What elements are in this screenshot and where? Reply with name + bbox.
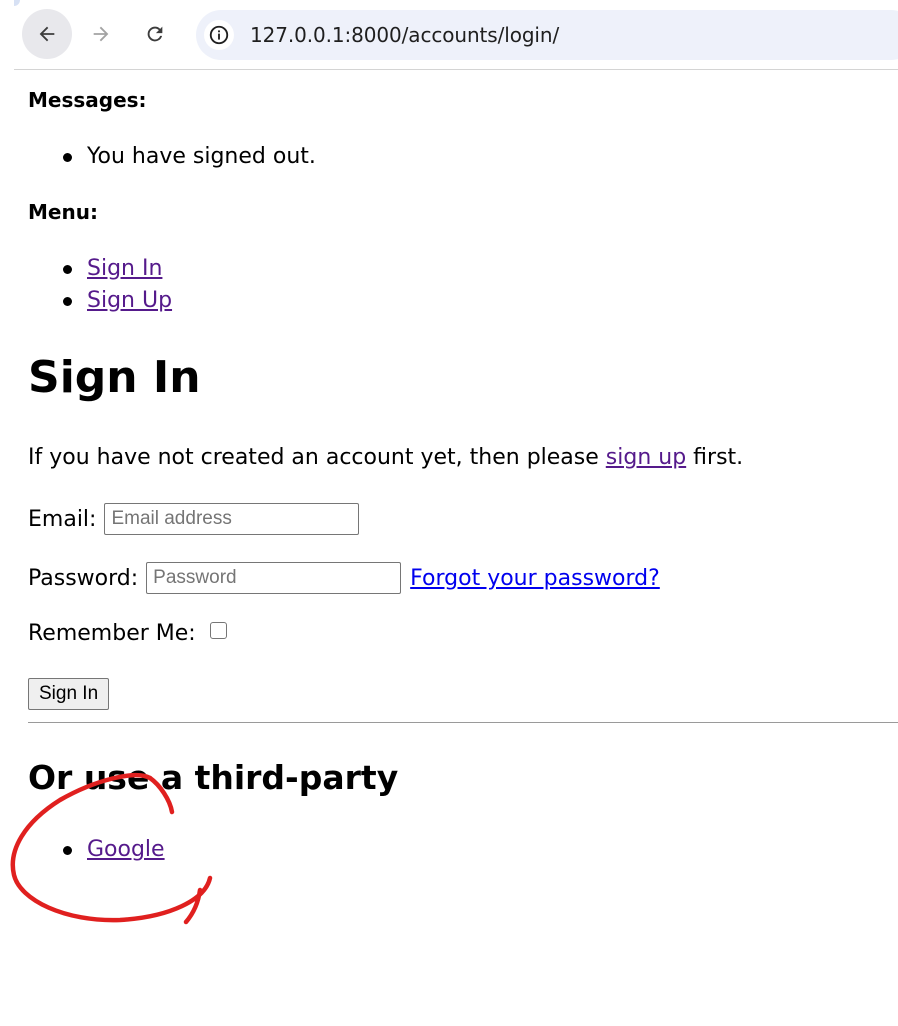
info-icon xyxy=(209,25,229,45)
back-button[interactable] xyxy=(22,9,72,59)
browser-toolbar: 127.0.0.1:8000/accounts/login/ xyxy=(0,0,898,70)
messages-heading: Messages: xyxy=(28,88,147,112)
password-label: Password: xyxy=(28,565,139,591)
menu-list: Sign In Sign Up xyxy=(28,253,172,317)
remember-checkbox[interactable] xyxy=(209,622,227,639)
provider-item-google: Google xyxy=(28,834,165,866)
tab-strip-edge xyxy=(14,0,20,6)
password-row: Password: Password Forgot your password? xyxy=(28,562,660,594)
signup-prompt-before: If you have not created an account yet, … xyxy=(28,445,606,470)
toolbar-divider xyxy=(14,69,898,70)
email-label: Email: xyxy=(28,506,97,532)
google-provider-link[interactable]: Google xyxy=(87,837,165,862)
forward-arrow-icon xyxy=(93,26,109,42)
forgot-password-link[interactable]: Forgot your password? xyxy=(410,566,660,591)
section-divider xyxy=(28,722,898,723)
reload-button[interactable] xyxy=(130,9,180,59)
email-placeholder: Email address xyxy=(111,508,232,529)
signup-link[interactable]: sign up xyxy=(606,445,686,470)
reload-icon xyxy=(147,26,163,42)
password-placeholder: Password xyxy=(153,567,237,588)
url-text[interactable]: 127.0.0.1:8000/accounts/login/ xyxy=(250,23,559,47)
sign-in-button[interactable]: Sign In xyxy=(28,678,110,710)
menu-item-sign-in: Sign In xyxy=(28,253,172,285)
message-item: You have signed out. xyxy=(28,141,316,173)
provider-list: Google xyxy=(28,834,165,866)
password-field[interactable]: Password xyxy=(146,562,402,594)
email-row: Email: Email address xyxy=(28,503,360,535)
messages-list: You have signed out. xyxy=(28,141,316,173)
menu-heading: Menu: xyxy=(28,200,98,224)
signup-prompt: If you have not created an account yet, … xyxy=(28,445,743,470)
email-field[interactable]: Email address xyxy=(104,503,360,535)
remember-label: Remember Me: xyxy=(28,621,196,646)
back-arrow-icon xyxy=(39,26,55,42)
address-bar[interactable]: 127.0.0.1:8000/accounts/login/ xyxy=(196,10,898,60)
signup-prompt-after: first. xyxy=(686,445,744,470)
forward-button[interactable] xyxy=(76,9,126,59)
menu-link-sign-in[interactable]: Sign In xyxy=(87,256,162,281)
third-party-heading: Or use a third-party xyxy=(28,758,399,797)
page-title: Sign In xyxy=(28,352,201,403)
menu-link-sign-up[interactable]: Sign Up xyxy=(87,288,172,313)
site-info-button[interactable] xyxy=(204,20,234,50)
menu-item-sign-up: Sign Up xyxy=(28,285,172,317)
remember-row: Remember Me: xyxy=(28,621,227,646)
